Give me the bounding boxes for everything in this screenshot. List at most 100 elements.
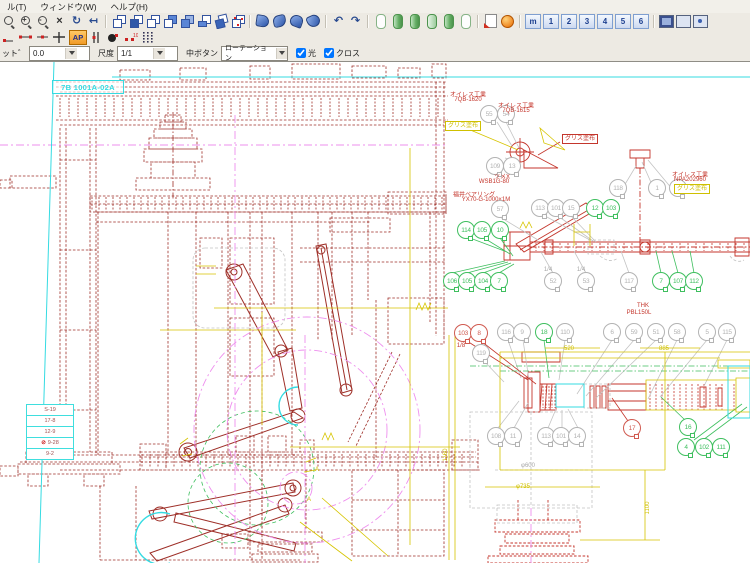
drawing-annotation: 1160: [443, 449, 449, 462]
snap-pitch-icon[interactable]: 10: [123, 30, 139, 45]
cad-application-window: ル(T) ウィンドウ(W) ヘルプ(H) +-×↻↤↶↷m123456 AP10…: [0, 0, 750, 563]
zoom-out-icon[interactable]: -: [35, 14, 51, 29]
snap-grid-icon[interactable]: [140, 30, 156, 45]
balloon-callout: 8: [470, 324, 488, 342]
zoom-extents-icon[interactable]: ×: [52, 14, 68, 29]
screen-config-2-icon[interactable]: [676, 14, 692, 29]
balloon-callout: 111: [712, 438, 730, 456]
balloon-callout: 16: [679, 418, 697, 436]
zoom-previous-icon[interactable]: ↤: [86, 14, 102, 29]
solid-tool-4-icon[interactable]: [306, 14, 322, 29]
guide-checkbox-input[interactable]: [296, 48, 306, 58]
zoom-icon[interactable]: [1, 14, 17, 29]
view-top-icon[interactable]: [145, 14, 161, 29]
balloon-callout: 103: [602, 199, 620, 217]
layer-1-icon[interactable]: [373, 14, 389, 29]
window-6-button[interactable]: 6: [633, 14, 649, 29]
redo-icon[interactable]: ↷: [348, 14, 364, 29]
option-bar: ット゛ 0.0 尺度 1/1 中ボタン ローテーション 光 クロス: [0, 45, 750, 63]
balloon-callout: 55: [480, 105, 498, 123]
balloon-callout: 6: [603, 323, 621, 341]
window-4-button[interactable]: 4: [597, 14, 613, 29]
solid-tool-1-icon[interactable]: [255, 14, 271, 29]
solid-tool-2-icon[interactable]: [272, 14, 288, 29]
balloon-callout: 51: [647, 323, 665, 341]
screen-config-1-icon[interactable]: [659, 14, 675, 29]
middle-button-select[interactable]: ローテーション: [221, 46, 288, 61]
window-m-button[interactable]: m: [525, 14, 541, 29]
undo-icon[interactable]: ↶: [331, 14, 347, 29]
layer-6-icon[interactable]: [458, 14, 474, 29]
drawing-annotation: THK: [637, 303, 649, 309]
balloon-callout: 5: [698, 323, 716, 341]
drawing-annotation: φ735: [516, 484, 530, 490]
cross-checkbox-label: クロス: [336, 48, 360, 59]
layer-4-icon[interactable]: [424, 14, 440, 29]
balloon-callout: 110: [556, 323, 574, 341]
balloon-callout: 119: [472, 344, 490, 362]
view-plane-icon[interactable]: [196, 14, 212, 29]
balloon-callout: 15: [562, 199, 580, 217]
balloon-callout: 7: [652, 272, 670, 290]
menu-window[interactable]: ウィンドウ(W): [33, 1, 103, 13]
selection-label: 7B 1001A-02A: [52, 80, 124, 94]
menu-help[interactable]: ヘルプ(H): [104, 1, 155, 13]
snap-parallel-icon[interactable]: [89, 30, 105, 45]
balloon-callout: 14: [568, 427, 586, 445]
cross-checkbox[interactable]: クロス: [324, 48, 360, 59]
balloon-callout: 117: [620, 272, 638, 290]
snap-free-icon[interactable]: [1, 30, 17, 45]
plot-icon[interactable]: [483, 14, 499, 29]
menu-tool[interactable]: ル(T): [0, 1, 33, 13]
chevron-down-icon[interactable]: [153, 48, 165, 59]
snap-cross-icon[interactable]: [52, 30, 68, 45]
drawing-canvas[interactable]: 7B 1001A-02A S-1917-812-9⊘9-289-2 555410…: [0, 62, 750, 563]
solid-tool-3-icon[interactable]: [289, 14, 305, 29]
window-1-button[interactable]: 1: [543, 14, 559, 29]
balloon-callout: 4: [677, 438, 695, 456]
screen-config-3-icon[interactable]: [693, 14, 709, 29]
window-2-button[interactable]: 2: [561, 14, 577, 29]
balloon-callout: 58: [668, 323, 686, 341]
cross-checkbox-input[interactable]: [324, 48, 334, 58]
grid-select[interactable]: 0.0: [29, 46, 90, 61]
layer-3-icon[interactable]: [407, 14, 423, 29]
view-points-icon[interactable]: [230, 14, 246, 29]
layer-5-icon[interactable]: [441, 14, 457, 29]
balloon-callout: 102: [695, 438, 713, 456]
drawing-annotation: A: [307, 497, 311, 503]
drawing-annotation: 1100: [645, 502, 651, 515]
scale-select[interactable]: 1/1: [117, 46, 178, 61]
drawing-annotation: PBL150L: [627, 310, 652, 316]
middle-button-label: 中ボタン: [186, 48, 218, 59]
drawing-annotation: 7QB-1620: [454, 97, 481, 103]
view-isometric-icon[interactable]: [111, 14, 127, 29]
snap-midpoint-icon[interactable]: [35, 30, 51, 45]
balloon-callout: 18: [535, 323, 553, 341]
snap-ap-button[interactable]: AP: [69, 30, 87, 45]
window-5-button[interactable]: 5: [615, 14, 631, 29]
zoom-in-icon[interactable]: +: [18, 14, 34, 29]
drawing-annotation: NPA202960: [674, 177, 706, 183]
balloon-callout: 53: [577, 272, 595, 290]
layer-2-icon[interactable]: [390, 14, 406, 29]
chevron-down-icon[interactable]: [65, 48, 77, 59]
snap-endpoint-icon[interactable]: [18, 30, 34, 45]
snap-arc-icon[interactable]: [106, 30, 122, 45]
chevron-down-icon[interactable]: [276, 48, 287, 59]
drawing-annotation: グリス塗布: [674, 184, 710, 194]
view-shaded-icon[interactable]: [179, 14, 195, 29]
view-front-icon[interactable]: [128, 14, 144, 29]
balloon-callout: 9: [513, 323, 531, 341]
render-icon[interactable]: [500, 14, 516, 29]
view-sheet-icon[interactable]: [213, 14, 229, 29]
drawing-annotation: A: [315, 467, 319, 473]
view-right-icon[interactable]: [162, 14, 178, 29]
scale-value: 1/1: [121, 49, 149, 58]
guide-checkbox[interactable]: 光: [296, 48, 316, 59]
window-3-button[interactable]: 3: [579, 14, 595, 29]
middle-button-value: ローテーション: [225, 43, 272, 63]
drawing-annotation: 885: [659, 346, 669, 352]
redraw-icon[interactable]: ↻: [69, 14, 85, 29]
drawing-annotation: φ600: [521, 463, 535, 469]
